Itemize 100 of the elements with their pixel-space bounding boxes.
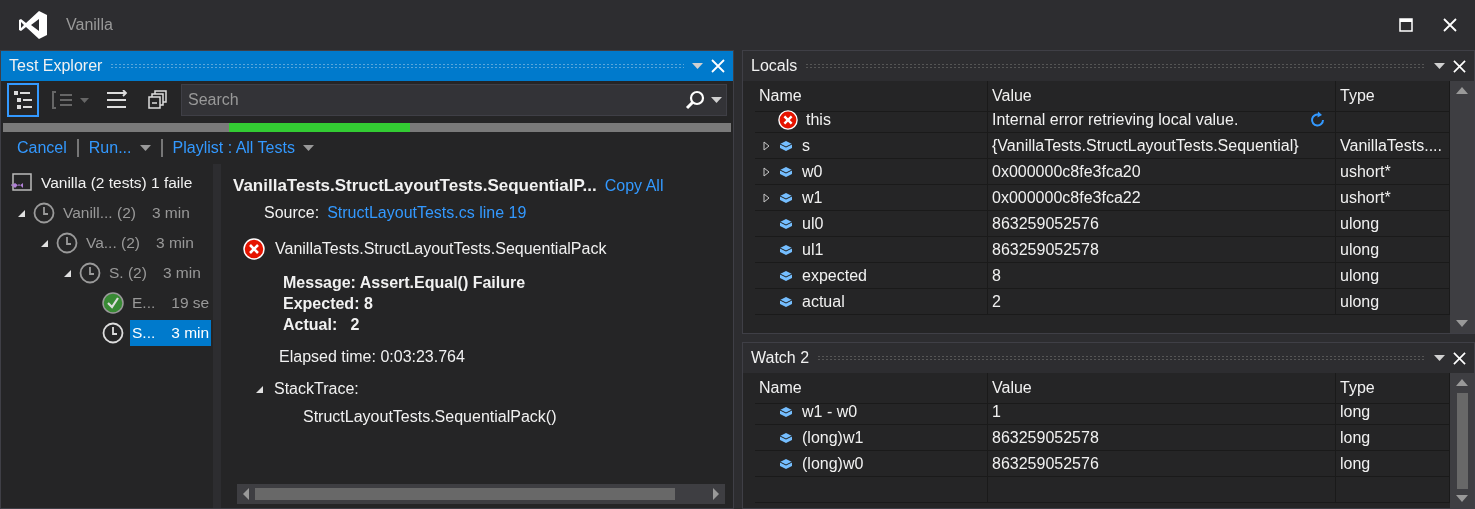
source-label: Source: [264,204,320,222]
caret-icon[interactable] [302,145,314,151]
clock-icon [102,322,124,344]
search-field[interactable]: Search [182,90,679,110]
expander-icon[interactable] [62,269,72,278]
expander-icon[interactable] [763,192,770,203]
column-header[interactable]: Value [988,373,1336,404]
hierarchy-icon[interactable] [12,89,34,111]
message-line: Actual: 2 [283,316,361,334]
field-icon [778,430,794,445]
variable-name: s [802,136,810,155]
message-line: Expected: 8 [283,295,374,313]
test-name: VanillaTests.StructLayoutTests.SequentialPack [275,240,607,258]
error-icon [243,238,265,260]
pane-title: Locals [751,57,798,75]
search-box[interactable]: Search [181,84,727,116]
variable-name: w1 [802,188,823,207]
message-line: Message: Assert.Equal() Failure [283,274,527,292]
field-icon [778,456,794,471]
field-icon [778,268,794,283]
variable-name: w1 - w0 [802,402,858,421]
hierarchy-view-button[interactable] [7,83,39,117]
caret-icon [1434,63,1445,69]
expander-icon[interactable] [39,239,49,248]
variable-name: expected [802,266,867,285]
field-icon [778,404,794,419]
refresh-icon[interactable] [1309,110,1327,129]
clock-icon [79,262,101,284]
scroll-left-icon[interactable] [243,488,249,500]
column-header[interactable]: Name [755,373,988,404]
tree-item[interactable]: Va... (2) 3 min [84,230,196,256]
scroll-up-icon[interactable] [1456,87,1468,94]
solution-icon [9,172,33,194]
variable-value: {VanillaTests.StructLayoutTests.Sequential} [992,136,1299,155]
field-icon [778,242,794,257]
variable-name: ul0 [802,214,824,233]
stacked-windows-icon[interactable] [147,90,167,110]
copy-all-link[interactable]: Copy All [604,177,664,195]
variable-name: (long)w1 [802,428,864,447]
tree-item[interactable]: S. (2) 3 min [107,260,203,286]
expander-icon[interactable] [255,385,264,394]
expander-icon[interactable] [763,166,770,177]
lines-icon[interactable] [106,90,128,110]
clock-icon [33,202,55,224]
variable-name: this [806,110,831,129]
variable-value: 863259052578 [992,428,1099,447]
command-link[interactable]: Run... [88,139,151,157]
search-icon[interactable] [685,90,705,110]
pane-title: Watch 2 [751,349,810,367]
field-icon [778,190,794,205]
scroll-up-icon[interactable] [1456,379,1468,386]
tree-item[interactable]: E... 19 se [130,290,212,316]
pane-title: Test Explorer [9,57,103,75]
stack-frame[interactable]: StructLayoutTests.SequentialPack() [303,408,557,425]
caret-icon[interactable] [139,145,151,151]
source-link[interactable]: StructLayoutTests.cs line 19 [327,204,527,222]
horizontal-scrollbar[interactable] [237,484,725,504]
caret-icon [692,63,703,69]
maximize-icon[interactable] [1399,18,1413,32]
variable-name: w0 [802,162,823,181]
column-header[interactable]: Value [988,81,1336,112]
vertical-scrollbar[interactable] [1450,373,1474,508]
tree-item[interactable]: Vanill... (2) 3 min [61,200,192,226]
command-link[interactable]: Playlist : All Tests [172,139,314,157]
variable-value: 1 [992,402,1001,421]
variable-value: 863259052576 [992,214,1099,233]
variable-value: 863259052576 [992,454,1099,473]
command-link[interactable]: Cancel [17,139,67,157]
variable-value: Internal error retrieving local value. [992,110,1239,129]
variable-value: 8 [992,266,1001,285]
close-icon[interactable] [1443,18,1457,32]
caret-icon[interactable] [79,97,89,103]
tree-item[interactable]: S... 3 min [130,320,212,346]
caret-icon [1434,355,1445,361]
variable-name: actual [802,292,845,311]
scroll-right-icon[interactable] [713,488,719,500]
clock-icon [56,232,78,254]
scroll-down-icon[interactable] [1456,320,1468,327]
field-icon [778,164,794,179]
field-icon [778,138,794,153]
expander-icon[interactable] [763,140,770,151]
tree-item[interactable]: Vanilla (2 tests) 1 faile [39,170,195,196]
variable-value: 2 [992,292,1001,311]
app-logo-icon [18,10,48,40]
variable-value: 0x000000c8fe3fca20 [992,162,1141,181]
field-icon [778,294,794,309]
stack-trace-label: StackTrace: [274,380,359,398]
scroll-down-icon[interactable] [1456,495,1468,502]
window-title: Vanilla [66,16,114,34]
check-icon [102,292,124,314]
variable-value: 0x000000c8fe3fca22 [992,188,1141,207]
caret-icon [711,97,722,103]
error-icon [778,109,798,130]
expander-icon[interactable] [16,209,26,218]
vertical-scrollbar[interactable] [1450,81,1474,333]
variable-name: ul1 [802,240,824,259]
column-header[interactable]: Name [755,81,988,112]
test-title: VanillaTests.StructLayoutTests.SequentialP... [233,176,597,196]
field-icon [778,216,794,231]
elapsed-time: Elapsed time: 0:03:23.764 [279,348,465,365]
